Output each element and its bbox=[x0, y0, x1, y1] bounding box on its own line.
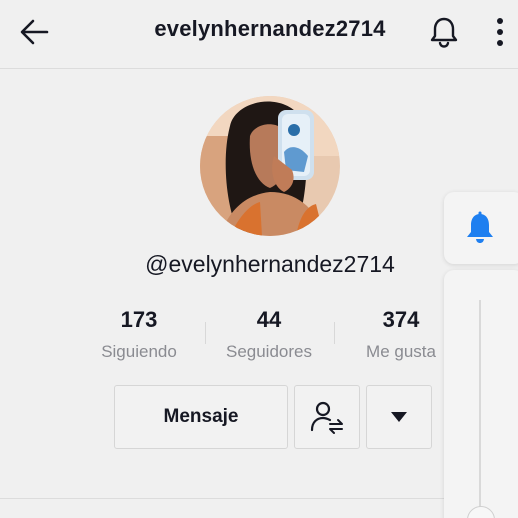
follow-back-button[interactable] bbox=[294, 385, 360, 449]
following-label: Siguiendo bbox=[101, 342, 177, 361]
user-swap-icon bbox=[310, 401, 343, 434]
following-stat[interactable]: 173 Siguiendo bbox=[74, 306, 204, 362]
followers-label: Seguidores bbox=[225, 342, 312, 361]
bell-icon bbox=[467, 211, 493, 243]
notifications-button[interactable] bbox=[424, 12, 464, 52]
message-button-label: Mensaje bbox=[163, 406, 239, 427]
vertical-dots-icon bbox=[497, 18, 503, 46]
followers-stat[interactable]: 44 Seguidores bbox=[204, 306, 334, 362]
more-options-button[interactable] bbox=[484, 12, 516, 52]
followers-count: 44 bbox=[256, 307, 282, 332]
floating-bell-button[interactable] bbox=[444, 192, 518, 264]
triangle-down-icon bbox=[391, 412, 407, 422]
side-slider-track bbox=[479, 300, 481, 518]
suggestions-dropdown-button[interactable] bbox=[366, 385, 432, 449]
profile-handle: @evelynhernandez2714 bbox=[145, 251, 395, 277]
top-bar: evelynhernandez2714 bbox=[0, 0, 518, 69]
section-divider bbox=[0, 498, 518, 499]
stat-divider bbox=[334, 322, 335, 344]
profile-avatar[interactable] bbox=[200, 96, 340, 236]
bell-icon bbox=[430, 17, 458, 48]
following-count: 173 bbox=[120, 307, 158, 332]
floating-side-panel bbox=[444, 270, 518, 518]
avatar-photo bbox=[200, 96, 340, 236]
profile-screen: evelynhernandez2714 @evelynhernandez2714… bbox=[0, 0, 518, 518]
message-button[interactable]: Mensaje bbox=[114, 385, 288, 449]
